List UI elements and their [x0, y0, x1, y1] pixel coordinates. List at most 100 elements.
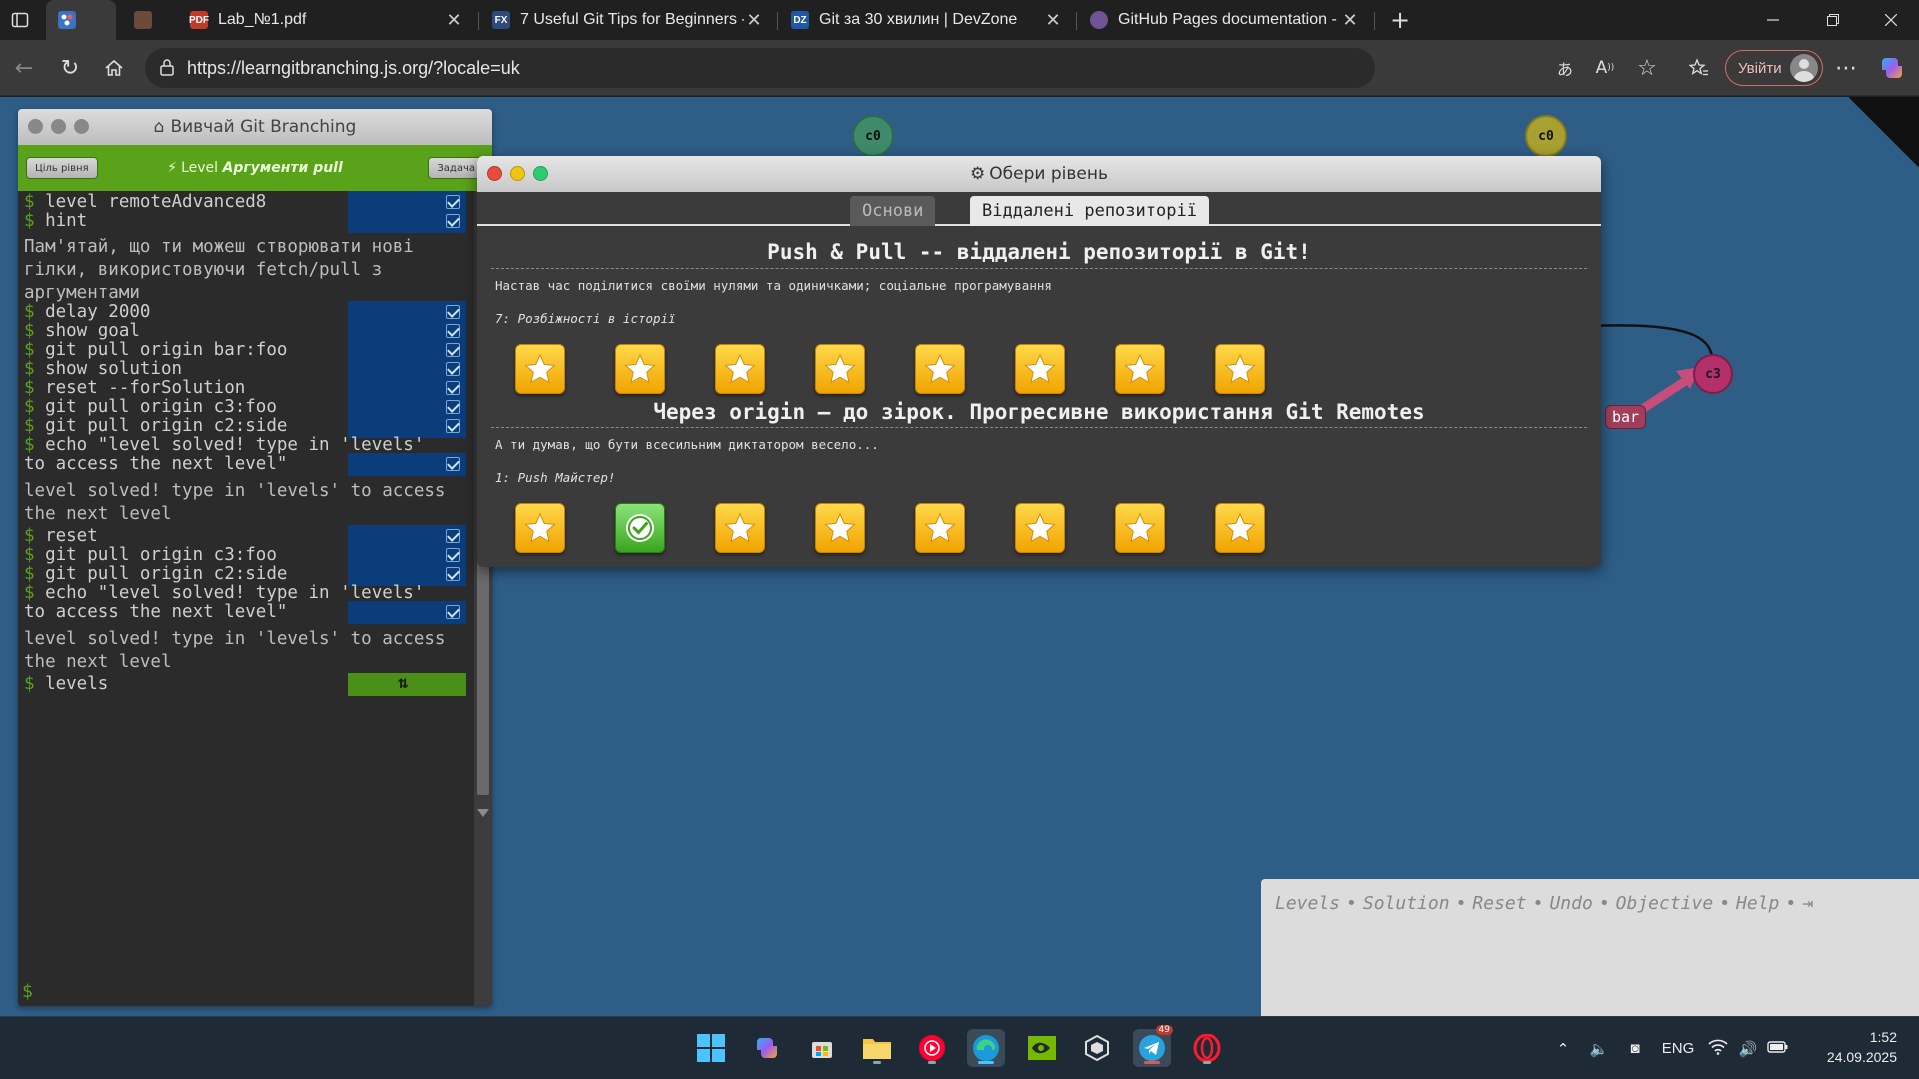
commit-node[interactable]: c3 — [1693, 354, 1733, 394]
tab-git-tips[interactable]: FX 7 Useful Git Tips for Beginners - W ✕ — [480, 0, 776, 40]
command-status — [348, 210, 466, 233]
check-icon — [626, 514, 654, 542]
tab-lab-pdf[interactable]: PDF Lab_№1.pdf ✕ — [178, 0, 476, 40]
commit-node[interactable]: c0 — [1525, 115, 1567, 157]
tab-devzone[interactable]: DZ Git за 30 хвилин | DevZone ✕ — [779, 0, 1075, 40]
copilot-app-icon[interactable] — [748, 1029, 786, 1067]
close-icon[interactable]: ✕ — [744, 10, 764, 31]
level-button[interactable] — [915, 503, 965, 553]
copilot-icon[interactable] — [1872, 48, 1912, 88]
telegram-icon[interactable]: 49 — [1133, 1025, 1173, 1067]
close-icon[interactable]: ✕ — [1043, 10, 1063, 31]
command-prompt[interactable]: $ — [22, 981, 33, 1002]
level-button[interactable] — [1215, 503, 1265, 553]
home-icon: ⌂ — [153, 117, 165, 137]
minimize-dot-icon[interactable] — [510, 166, 525, 181]
level-button[interactable] — [1015, 344, 1065, 394]
tab-title: Git за 30 хвилин | DevZone — [819, 11, 1018, 28]
tab-actions-icon[interactable] — [0, 0, 40, 40]
translate-icon[interactable]: あ — [1545, 48, 1585, 88]
reset-link[interactable]: Reset — [1472, 893, 1526, 914]
wifi-icon[interactable] — [1703, 1039, 1733, 1059]
level-button[interactable] — [815, 503, 865, 553]
url-input[interactable]: https://learngitbranching.js.org/?locale… — [145, 48, 1375, 88]
chevron-up-icon[interactable]: ⌃ — [1545, 1040, 1581, 1058]
close-icon[interactable]: ✕ — [444, 10, 464, 31]
tab-learngit[interactable] — [46, 0, 116, 40]
favorite-star-icon[interactable]: ☆ — [1627, 48, 1667, 88]
level-button[interactable] — [615, 344, 665, 394]
youtube-music-icon[interactable] — [913, 1029, 951, 1067]
back-arrow-icon[interactable]: ← — [4, 48, 44, 88]
dz-favicon-icon: DZ — [791, 11, 809, 29]
read-aloud-icon[interactable]: A)) — [1585, 48, 1625, 88]
close-dot-icon[interactable] — [487, 166, 502, 181]
address-bar: ← ↻ https://learngitbranching.js.org/?lo… — [0, 40, 1919, 96]
minimize-dot-icon[interactable] — [51, 119, 66, 134]
battery-icon[interactable] — [1763, 1040, 1793, 1058]
restore-icon[interactable] — [1805, 0, 1861, 40]
levels-link[interactable]: Levels — [1275, 893, 1340, 914]
unity-icon[interactable] — [1078, 1029, 1116, 1067]
start-icon[interactable] — [692, 1029, 730, 1067]
tab-title: GitHub Pages documentation - Gi — [1118, 11, 1340, 28]
command-status: ⇅ — [348, 673, 466, 696]
edge-icon[interactable] — [967, 1029, 1005, 1067]
tab-basics[interactable]: Основи — [850, 196, 936, 226]
tab-extension[interactable] — [122, 0, 178, 40]
store-icon[interactable] — [803, 1029, 841, 1067]
opera-icon[interactable] — [1188, 1029, 1226, 1067]
branch-label[interactable]: bar — [1605, 405, 1647, 429]
file-explorer-icon[interactable] — [858, 1029, 896, 1067]
scroll-down-icon[interactable] — [477, 809, 489, 817]
checkbox-icon — [446, 605, 460, 619]
tab-github-pages[interactable]: GitHub Pages documentation - Gi ✕ — [1078, 0, 1372, 40]
tab-title: 7 Useful Git Tips for Beginners - W — [520, 11, 744, 28]
solution-link[interactable]: Solution — [1363, 893, 1450, 914]
refresh-icon[interactable]: ↻ — [50, 48, 90, 88]
exit-icon[interactable]: ⇥ — [1802, 893, 1813, 914]
maximize-dot-icon[interactable] — [533, 166, 548, 181]
level-button[interactable] — [815, 344, 865, 394]
camera-icon[interactable]: ◙ — [1617, 1040, 1653, 1057]
level-button[interactable] — [1215, 344, 1265, 394]
close-dot-icon[interactable] — [28, 119, 43, 134]
undo-link[interactable]: Undo — [1549, 893, 1592, 914]
commit-node[interactable]: c0 — [852, 115, 894, 157]
checkbox-icon — [446, 419, 460, 433]
sequence-about: Настав час поділитися своїми нулями та о… — [495, 278, 1052, 293]
objective-link[interactable]: Objective — [1616, 893, 1714, 914]
more-menu-icon[interactable]: ⋯ — [1826, 48, 1866, 88]
help-link[interactable]: Help — [1736, 893, 1779, 914]
sign-in-button[interactable]: Увійти — [1725, 50, 1823, 86]
minimize-icon[interactable] — [1745, 0, 1801, 40]
level-button[interactable] — [1115, 344, 1165, 394]
goal-button[interactable]: Ціль рівня — [26, 157, 98, 179]
level-button[interactable] — [1015, 503, 1065, 553]
window-close-icon[interactable] — [1863, 0, 1919, 40]
level-button[interactable] — [515, 344, 565, 394]
volume-icon[interactable]: 🔊 — [1733, 1040, 1763, 1058]
command-text: levels — [45, 674, 109, 694]
level-button[interactable] — [615, 503, 665, 553]
command-text: echo "level solved! type in 'levels' — [45, 583, 425, 603]
star-icon — [924, 512, 956, 543]
tab-remote[interactable]: Віддалені репозиторії — [970, 196, 1209, 226]
home-icon[interactable] — [94, 48, 134, 88]
level-button[interactable] — [915, 344, 965, 394]
nvidia-icon[interactable] — [1023, 1029, 1061, 1067]
level-button[interactable] — [1115, 503, 1165, 553]
level-button[interactable] — [515, 503, 565, 553]
favorites-list-icon[interactable] — [1679, 48, 1719, 88]
language-indicator[interactable]: ENG — [1653, 1040, 1703, 1057]
close-icon[interactable]: ✕ — [1340, 10, 1360, 31]
level-button[interactable] — [715, 503, 765, 553]
site-info-icon[interactable] — [159, 58, 175, 76]
maximize-dot-icon[interactable] — [74, 119, 89, 134]
speaker-icon[interactable]: 🔈 — [1581, 1040, 1617, 1058]
level-button[interactable] — [715, 344, 765, 394]
new-tab-icon[interactable]: + — [1378, 0, 1422, 40]
command-status — [348, 453, 466, 476]
task-button[interactable]: Задача — [428, 157, 484, 179]
clock[interactable]: 1:52 24.09.2025 — [1827, 1027, 1897, 1067]
